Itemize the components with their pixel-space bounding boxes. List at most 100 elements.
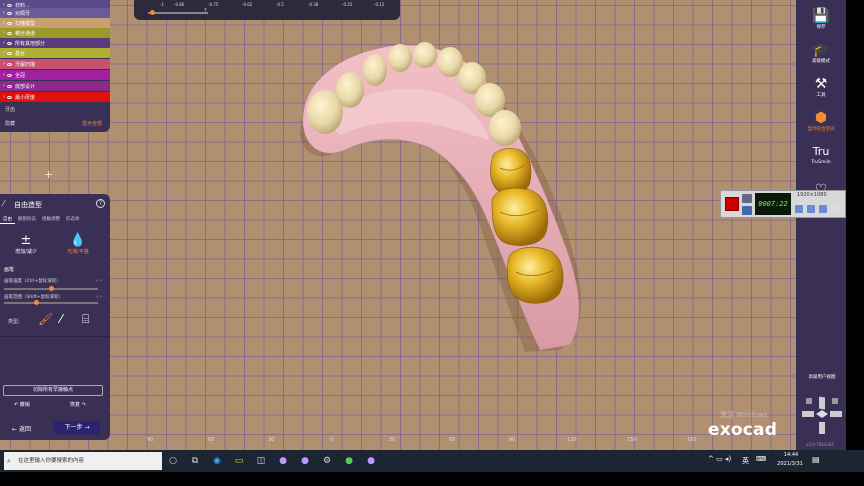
save-button[interactable]: 💾 保存 xyxy=(796,8,846,30)
eye-icon[interactable] xyxy=(7,11,12,15)
eye-icon[interactable] xyxy=(7,41,12,45)
floppy-disk-icon: 💾 xyxy=(812,8,830,24)
dental-model[interactable] xyxy=(0,0,864,450)
strength-arrows[interactable]: ‹ › xyxy=(96,278,102,284)
smooth-flatten-mode-button[interactable]: 💧 光滑/平整 xyxy=(58,234,98,256)
tools-button[interactable]: ⚒ 工具 xyxy=(796,76,846,98)
edge-browser-icon[interactable]: ◉ xyxy=(210,454,224,468)
3d-viewport[interactable]: + -1 -0.86 -0.75 -0.62 -0.5 -0.38 -0.25 … xyxy=(0,0,864,450)
microphone-icon[interactable] xyxy=(807,205,815,213)
eye-icon[interactable] xyxy=(7,95,12,99)
speaker-icon[interactable] xyxy=(795,205,803,213)
object-label: 扫描模型 xyxy=(15,20,36,27)
occlusion-label: 显示咬合空间 xyxy=(807,127,835,132)
clock-date[interactable]: 2021/3/31 xyxy=(772,461,808,467)
undo-button[interactable]: ↶ 撤销 xyxy=(14,401,30,408)
back-button[interactable]: ← 返回 xyxy=(12,424,31,433)
object-row[interactable]: › 底部设计 xyxy=(0,81,110,91)
task-view-icon[interactable]: ⧉ xyxy=(188,454,202,468)
brush-strength-thumb[interactable] xyxy=(49,286,54,291)
eye-icon[interactable] xyxy=(7,73,12,77)
eye-icon[interactable] xyxy=(7,62,12,66)
scale-slider-track[interactable] xyxy=(148,12,208,14)
add-remove-mode-button[interactable]: ± 增加/减少 xyxy=(6,234,46,256)
group-hidden[interactable]: 隐藏 xyxy=(5,120,15,127)
eye-icon[interactable] xyxy=(7,3,12,7)
view-navigation-widget[interactable] xyxy=(800,392,844,436)
settings-gear-icon[interactable]: ⚙ xyxy=(320,454,334,468)
scale-tick: -0.38 xyxy=(308,2,319,7)
magic-wand-icon: ⁄ xyxy=(3,199,5,208)
file-explorer-icon[interactable]: ▭ xyxy=(232,454,246,468)
camera-icon[interactable] xyxy=(742,194,752,203)
cylinder-icon[interactable]: ⌸ xyxy=(82,312,89,327)
expert-mode-button[interactable]: 🎓 高级模式 xyxy=(796,42,846,64)
object-row[interactable]: › 牙龈扫描 xyxy=(0,59,110,69)
pause-icon[interactable] xyxy=(742,206,752,215)
webcam-icon[interactable] xyxy=(819,205,827,213)
size-arrows[interactable]: ‹ › xyxy=(96,294,102,300)
eye-icon[interactable] xyxy=(7,31,12,35)
eye-icon[interactable] xyxy=(7,51,12,55)
object-row[interactable]: › 最小厚度 xyxy=(0,92,110,102)
paint-brush-icon[interactable]: 🖌 xyxy=(38,312,53,326)
group-teeth[interactable]: 牙齿 xyxy=(5,106,15,113)
search-placeholder: 在这里输入你要搜索的内容 xyxy=(18,458,85,464)
eye-icon[interactable] xyxy=(7,84,12,88)
record-stop-button[interactable] xyxy=(725,197,739,211)
chevron-right-icon: › xyxy=(3,72,5,78)
chevron-right-icon: › xyxy=(3,20,5,26)
tab-anatomy[interactable]: 解剖形态 xyxy=(15,215,39,224)
right-toolbar: 💾 保存 🎓 高级模式 ⚒ 工具 ⬢ 显示咬合空间 Tru TruSmile ♡ xyxy=(796,0,846,450)
trusmile-button[interactable]: Tru TruSmile xyxy=(796,144,846,165)
chevron-right-icon: › xyxy=(3,61,5,67)
keyboard-icon[interactable]: ⌨ xyxy=(756,455,766,463)
screen-edge xyxy=(846,0,864,450)
object-row[interactable]: › 全冠 xyxy=(0,70,110,80)
scale-slider-thumb[interactable] xyxy=(150,10,155,15)
crown-1 xyxy=(490,148,532,195)
object-row[interactable]: › 对颌牙 xyxy=(0,8,110,18)
app-icon[interactable]: ● xyxy=(276,454,290,468)
tab-shape-body[interactable]: 形态体 xyxy=(63,215,83,224)
next-button[interactable]: 下一步 → xyxy=(54,421,100,434)
app-icon[interactable]: ● xyxy=(364,454,378,468)
divider xyxy=(0,336,110,337)
brush-size-slider[interactable] xyxy=(4,302,98,304)
tools-label: 工具 xyxy=(816,93,826,98)
cursor-icon[interactable] xyxy=(831,205,839,213)
clock-time[interactable]: 14:44 xyxy=(776,452,806,458)
system-tray-icons[interactable]: ^ ▭ ◂) xyxy=(708,455,731,463)
object-row[interactable]: › 扫描模型 xyxy=(0,18,110,28)
eye-icon[interactable] xyxy=(7,21,12,25)
object-row[interactable]: › 螺丝通道 xyxy=(0,28,110,38)
screen-recorder-widget: 0007:22 1920×1080 xyxy=(720,190,846,218)
object-row[interactable]: › 基台 xyxy=(0,48,110,58)
show-all-link[interactable]: 显示全部 xyxy=(82,120,102,127)
cortana-icon[interactable]: ○ xyxy=(166,454,180,468)
scale-tick: -0.62 xyxy=(242,2,253,7)
occlusion-space-button[interactable]: ⬢ 显示咬合空间 xyxy=(796,110,846,132)
brush-size-thumb[interactable] xyxy=(34,300,39,305)
taskbar-search-box[interactable]: ⌕ 在这里输入你要搜索的内容 xyxy=(4,452,162,470)
ruler-tick: 0 xyxy=(330,437,334,443)
distance-color-scale: -1 -0.86 -0.75 -0.62 -0.5 -0.38 -0.25 -0… xyxy=(134,0,400,20)
brush-icon[interactable]: ⁄ xyxy=(60,312,62,326)
help-icon[interactable]: ? xyxy=(96,199,105,208)
tab-contact-adjust[interactable]: 接触调整 xyxy=(39,215,63,224)
object-label: 螺丝通道 xyxy=(15,30,36,37)
tab-free[interactable]: 自由 xyxy=(0,215,15,224)
windows-taskbar: ⌕ 在这里输入你要搜索的内容 ○ ⧉ ◉ ▭ ◫ ● ● ⚙ ● ● ^ ▭ ◂… xyxy=(0,450,864,472)
store-icon[interactable]: ◫ xyxy=(254,454,268,468)
exocad-app-icon[interactable]: ● xyxy=(298,454,312,468)
wechat-icon[interactable]: ● xyxy=(342,454,356,468)
input-method-indicator[interactable]: 英 xyxy=(742,456,749,466)
advanced-user-view-label[interactable]: 高级用户视图 xyxy=(798,374,846,380)
notification-icon[interactable]: ▤ xyxy=(812,455,820,464)
object-row[interactable]: › 所有其他部分 xyxy=(0,38,110,48)
cut-all-contacts-button[interactable]: 切除所有早接触点 xyxy=(3,385,103,396)
redo-button[interactable]: 恢复 ↷ xyxy=(70,401,86,408)
next-label: 下一步 xyxy=(64,424,83,431)
crown-2 xyxy=(491,187,549,246)
expert-label: 高级模式 xyxy=(812,59,830,64)
